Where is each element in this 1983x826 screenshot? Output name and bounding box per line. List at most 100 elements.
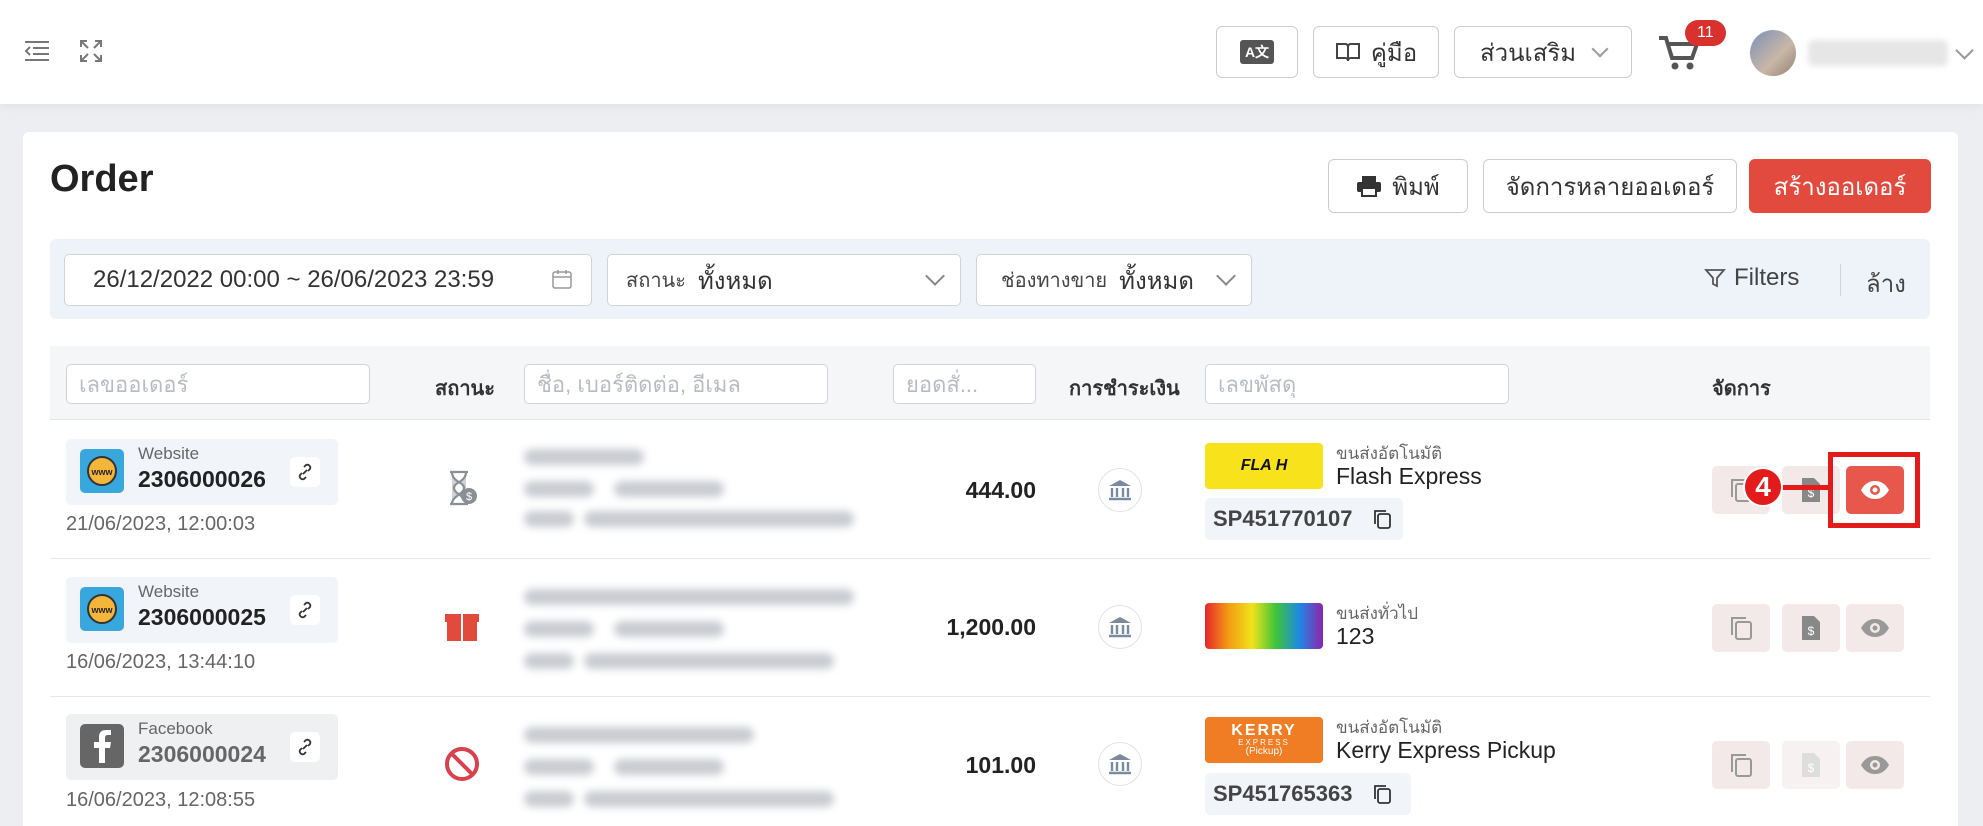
- page-title: Order: [50, 158, 154, 200]
- customer-info: [484, 697, 904, 826]
- extras-label: ส่วนเสริม: [1479, 39, 1577, 67]
- invoice-button-disabled: $: [1782, 741, 1840, 789]
- copy-icon[interactable]: [1372, 783, 1392, 805]
- status-filter-select[interactable]: สถานะ ทั้งหมด: [607, 254, 961, 306]
- duplicate-order-button[interactable]: [1712, 604, 1770, 652]
- bank-icon: [1098, 605, 1142, 649]
- bank-icon: [1098, 468, 1142, 512]
- eye-icon: [1861, 756, 1889, 774]
- shipping-provider: Kerry Express Pickup: [1336, 737, 1556, 763]
- invoice-icon: $: [1802, 753, 1820, 777]
- cart-count-badge: 11: [1685, 20, 1726, 46]
- amount-search-input[interactable]: ยอดสั่...: [893, 364, 1036, 404]
- username[interactable]: [1808, 40, 1948, 66]
- tracking-search-input[interactable]: เลขพัสดุ: [1205, 364, 1509, 404]
- annotation-line: [1780, 485, 1828, 490]
- link-icon[interactable]: [290, 457, 320, 487]
- status-filter-value: ทั้งหมด: [697, 267, 773, 295]
- order-number-placeholder: เลขออเดอร์: [79, 371, 189, 397]
- link-icon[interactable]: [290, 595, 320, 625]
- order-date: 16/06/2023, 13:44:10: [66, 651, 256, 673]
- copy-icon: [1731, 754, 1752, 777]
- print-label: พิมพ์: [1392, 173, 1440, 201]
- link-icon[interactable]: [290, 732, 320, 762]
- channel-badge: www Website 2306000026: [66, 439, 338, 505]
- copy-icon[interactable]: [1372, 508, 1392, 530]
- annotation-highlight-box: [1828, 452, 1920, 528]
- order-number[interactable]: 2306000024: [138, 741, 266, 768]
- channel-name: Website: [138, 582, 200, 601]
- extras-dropdown[interactable]: ส่วนเสริม: [1454, 26, 1632, 78]
- order-date: 21/06/2023, 12:00:03: [66, 513, 256, 535]
- filter-icon: [1704, 269, 1726, 288]
- manual-button[interactable]: คู่มือ: [1313, 26, 1439, 78]
- channel-filter-value: ทั้งหมด: [1119, 267, 1194, 295]
- channel-name: Website: [138, 444, 200, 463]
- invoice-button[interactable]: $: [1782, 604, 1840, 652]
- channel-name: Facebook: [138, 719, 213, 738]
- create-order-button[interactable]: สร้างออเดอร์: [1749, 159, 1931, 213]
- tracking-search-placeholder: เลขพัสดุ: [1218, 371, 1297, 397]
- calendar-icon: [552, 270, 572, 289]
- flash-express-logo: FLA H: [1205, 443, 1323, 489]
- bank-icon: [1098, 742, 1142, 786]
- tracking-number: SP451765363: [1213, 781, 1353, 806]
- kerry-express-logo: KERRY EXPRESS (Pickup): [1205, 717, 1323, 763]
- translate-icon: A文: [1239, 40, 1275, 64]
- amount-search-placeholder: ยอดสั่...: [906, 371, 979, 397]
- website-icon: www: [80, 587, 124, 631]
- bulk-manage-button[interactable]: จัดการหลายออเดอร์: [1483, 159, 1737, 213]
- svg-text:www: www: [90, 605, 113, 615]
- manual-label: คู่มือ: [1370, 39, 1418, 67]
- avatar[interactable]: [1750, 30, 1796, 76]
- shipping-provider: Flash Express: [1336, 463, 1482, 489]
- customer-search-input[interactable]: ชื่อ, เบอร์ติดต่อ, อีเมล: [524, 364, 828, 404]
- print-button[interactable]: พิมพ์: [1328, 159, 1468, 213]
- package-icon: [444, 609, 480, 645]
- printer-icon: [1357, 176, 1382, 197]
- tracking-number-badge: SP451765363: [1205, 773, 1411, 815]
- status-column-header: สถานะ: [435, 378, 495, 400]
- customer-info: [484, 421, 904, 551]
- channel-filter-select[interactable]: ช่องทางขาย ทั้งหมด: [976, 254, 1252, 306]
- translate-button[interactable]: A文: [1216, 26, 1298, 78]
- collapse-menu-icon[interactable]: [22, 36, 52, 66]
- order-number[interactable]: 2306000026: [138, 466, 266, 493]
- eye-icon: [1861, 619, 1889, 637]
- shipping-provider: 123: [1336, 623, 1375, 649]
- customer-info: [484, 559, 904, 689]
- order-number-search-input[interactable]: เลขออเดอร์: [66, 364, 370, 404]
- cancelled-icon: [444, 746, 480, 782]
- facebook-icon: [80, 724, 124, 768]
- channel-filter-label: ช่องทางขาย: [1001, 270, 1108, 292]
- order-date: 16/06/2023, 12:08:55: [66, 789, 256, 811]
- svg-text:$: $: [466, 491, 472, 503]
- order-number[interactable]: 2306000025: [138, 604, 266, 631]
- filters-button[interactable]: Filters: [1704, 264, 1799, 292]
- svg-text:$: $: [1808, 761, 1815, 775]
- svg-text:www: www: [90, 467, 113, 477]
- clear-filters-button[interactable]: ล้าง: [1866, 264, 1906, 303]
- generic-shipping-logo: [1205, 603, 1323, 649]
- filters-label: Filters: [1734, 264, 1800, 291]
- svg-text:$: $: [1808, 624, 1815, 638]
- manage-column-header: จัดการ: [1712, 378, 1771, 400]
- channel-badge: Facebook 2306000024: [66, 714, 338, 780]
- date-range-input[interactable]: 26/12/2022 00:00 ~ 26/06/2023 23:59: [64, 254, 592, 306]
- order-amount: 444.00: [965, 477, 1036, 503]
- tracking-number: SP451770107: [1213, 506, 1353, 531]
- fullscreen-icon[interactable]: [76, 36, 106, 66]
- step-number-badge: 4: [1743, 467, 1783, 507]
- order-amount: 101.00: [965, 752, 1036, 778]
- invoice-icon: $: [1802, 616, 1820, 640]
- chevron-down-icon: [925, 266, 945, 286]
- website-icon: www: [80, 449, 124, 493]
- view-order-button[interactable]: [1846, 604, 1904, 652]
- duplicate-order-button[interactable]: [1712, 741, 1770, 789]
- status-filter-label: สถานะ: [626, 270, 686, 292]
- view-order-button[interactable]: [1846, 741, 1904, 789]
- filter-divider: [1840, 264, 1841, 296]
- date-range-value: 26/12/2022 00:00 ~ 26/06/2023 23:59: [93, 266, 495, 293]
- copy-icon: [1731, 617, 1752, 640]
- bulk-manage-label: จัดการหลายออเดอร์: [1505, 173, 1715, 201]
